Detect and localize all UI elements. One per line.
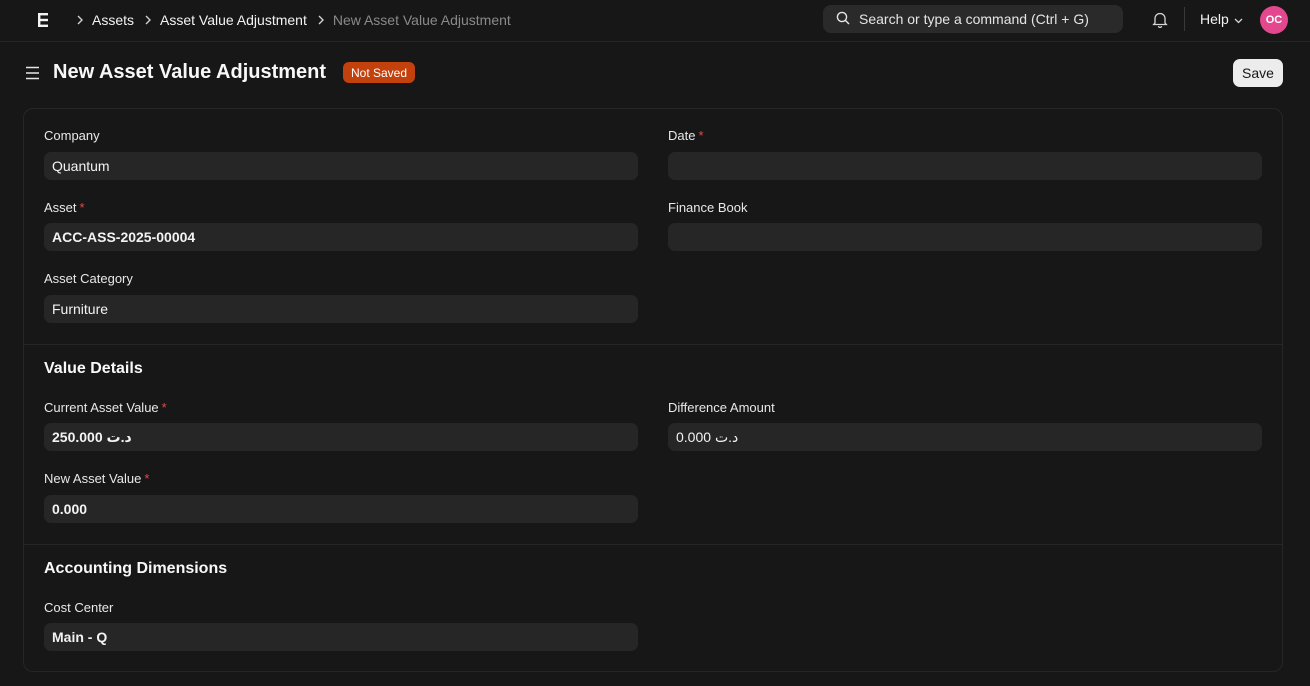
sidebar-toggle-icon[interactable]	[25, 66, 40, 85]
search-icon	[836, 11, 859, 28]
asset-label: Asset *	[44, 200, 85, 215]
chevron-right-icon	[144, 15, 152, 25]
date-label: Date *	[668, 128, 704, 143]
nav-divider	[1184, 7, 1185, 31]
required-mark: *	[79, 200, 85, 215]
current-asset-value-field: 250.000 د.ت	[44, 423, 638, 451]
cost-center-field[interactable]: Main - Q	[44, 623, 638, 651]
asset-category-label: Asset Category	[44, 271, 133, 286]
value-details-heading: Value Details	[44, 360, 143, 377]
breadcrumb: Assets Asset Value Adjustment New Asset …	[70, 0, 511, 40]
section-divider	[24, 544, 1282, 545]
required-mark: *	[698, 128, 704, 143]
cost-center-label: Cost Center	[44, 600, 114, 615]
asset-category-field: Furniture	[44, 295, 638, 323]
breadcrumb-assets[interactable]: Assets	[92, 12, 134, 28]
difference-amount-label: Difference Amount	[668, 400, 775, 415]
current-asset-value-label: Current Asset Value *	[44, 400, 167, 415]
required-mark: *	[144, 471, 150, 486]
section-divider	[24, 344, 1282, 345]
form-card: Company Quantum Date * Asset * ACC-ASS-202…	[23, 108, 1283, 672]
new-asset-value-label: New Asset Value *	[44, 471, 150, 486]
new-asset-value-field[interactable]: 0.000	[44, 495, 638, 523]
chevron-right-icon	[76, 15, 84, 25]
page-title: New Asset Value Adjustment	[53, 61, 327, 83]
chevron-down-icon	[1229, 11, 1243, 27]
search-placeholder: Search or type a command (Ctrl + G)	[859, 11, 1089, 27]
page-header: New Asset Value Adjustment Not Saved Sav…	[0, 43, 1310, 103]
avatar[interactable]: OC	[1260, 6, 1288, 34]
help-label: Help	[1200, 11, 1229, 27]
finance-book-field[interactable]	[668, 223, 1262, 251]
accounting-dimensions-heading: Accounting Dimensions	[44, 560, 228, 577]
search-input[interactable]: Search or type a command (Ctrl + G)	[823, 5, 1123, 33]
company-label: Company	[44, 128, 100, 143]
breadcrumb-asset-value-adjustment[interactable]: Asset Value Adjustment	[160, 12, 307, 28]
navbar: Assets Asset Value Adjustment New Asset …	[0, 0, 1310, 42]
notification-bell-icon[interactable]	[1152, 11, 1168, 33]
save-button[interactable]: Save	[1233, 59, 1283, 87]
company-field[interactable]: Quantum	[44, 152, 638, 180]
required-mark: *	[161, 400, 167, 415]
finance-book-label: Finance Book	[668, 200, 748, 215]
help-menu[interactable]: Help	[1200, 11, 1243, 27]
breadcrumb-current: New Asset Value Adjustment	[332, 12, 511, 28]
app-logo-icon[interactable]	[36, 11, 50, 29]
chevron-right-icon	[317, 15, 325, 25]
date-field[interactable]	[668, 152, 1262, 180]
status-badge: Not Saved	[343, 62, 416, 83]
difference-amount-field: 0.000 د.ت	[668, 423, 1262, 451]
asset-field[interactable]: ACC-ASS-2025-00004	[44, 223, 638, 251]
